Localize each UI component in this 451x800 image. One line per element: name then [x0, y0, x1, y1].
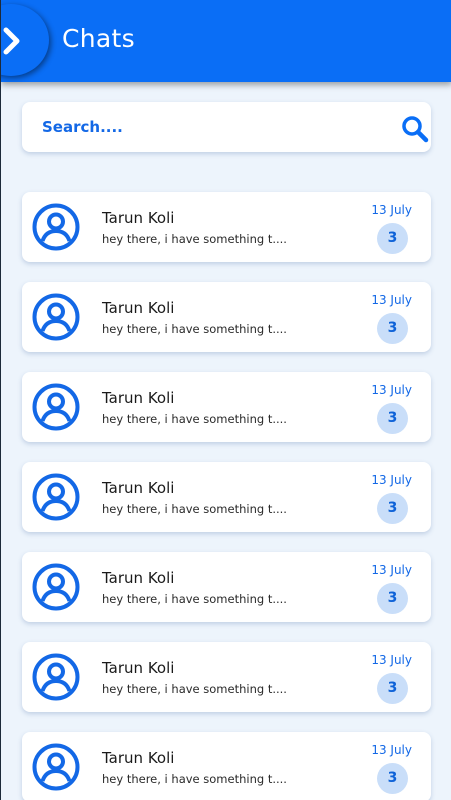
- chat-list-item[interactable]: Tarun Koli hey there, i have something t…: [22, 282, 431, 352]
- message-date: 13 July: [371, 473, 412, 487]
- message-date: 13 July: [371, 293, 412, 307]
- user-avatar-icon: [32, 743, 80, 791]
- user-avatar-icon: [32, 563, 80, 611]
- chat-list-item[interactable]: Tarun Koli hey there, i have something t…: [22, 192, 431, 262]
- chevron-right-icon: [3, 27, 20, 55]
- contact-name: Tarun Koli: [102, 389, 175, 407]
- chat-list-item[interactable]: Tarun Koli hey there, i have something t…: [22, 642, 431, 712]
- user-avatar-icon: [32, 473, 80, 521]
- chat-list-item[interactable]: Tarun Koli hey there, i have something t…: [22, 552, 431, 622]
- app-header: Chats: [1, 0, 451, 82]
- user-avatar-icon: [32, 383, 80, 431]
- user-avatar-icon: [32, 293, 80, 341]
- chat-list-item[interactable]: Tarun Koli hey there, i have something t…: [22, 732, 431, 800]
- contact-name: Tarun Koli: [102, 209, 175, 227]
- user-avatar-icon: [32, 653, 80, 701]
- contact-name: Tarun Koli: [102, 659, 175, 677]
- search-input[interactable]: Search....: [42, 118, 123, 136]
- menu-button[interactable]: [1, 4, 49, 76]
- message-preview: hey there, i have something t....: [102, 322, 287, 336]
- page-title: Chats: [62, 24, 135, 53]
- unread-count-badge: 3: [377, 403, 408, 434]
- message-date: 13 July: [371, 383, 412, 397]
- user-avatar-icon: [32, 203, 80, 251]
- message-date: 13 July: [371, 203, 412, 217]
- message-preview: hey there, i have something t....: [102, 232, 287, 246]
- unread-count-badge: 3: [377, 493, 408, 524]
- message-preview: hey there, i have something t....: [102, 772, 287, 786]
- message-preview: hey there, i have something t....: [102, 412, 287, 426]
- message-date: 13 July: [371, 743, 412, 757]
- message-date: 13 July: [371, 653, 412, 667]
- unread-count-badge: 3: [377, 583, 408, 614]
- unread-count-badge: 3: [377, 673, 408, 704]
- message-preview: hey there, i have something t....: [102, 502, 287, 516]
- unread-count-badge: 3: [377, 313, 408, 344]
- message-preview: hey there, i have something t....: [102, 682, 287, 696]
- chat-list-item[interactable]: Tarun Koli hey there, i have something t…: [22, 372, 431, 442]
- unread-count-badge: 3: [377, 763, 408, 794]
- contact-name: Tarun Koli: [102, 479, 175, 497]
- search-bar[interactable]: Search....: [22, 102, 431, 152]
- contact-name: Tarun Koli: [102, 299, 175, 317]
- chat-list-item[interactable]: Tarun Koli hey there, i have something t…: [22, 462, 431, 532]
- search-icon[interactable]: [401, 115, 429, 143]
- chats-screen: Chats Search.... Tarun Koli hey there, i…: [0, 0, 451, 800]
- message-preview: hey there, i have something t....: [102, 592, 287, 606]
- unread-count-badge: 3: [377, 223, 408, 254]
- message-date: 13 July: [371, 563, 412, 577]
- contact-name: Tarun Koli: [102, 569, 175, 587]
- contact-name: Tarun Koli: [102, 749, 175, 767]
